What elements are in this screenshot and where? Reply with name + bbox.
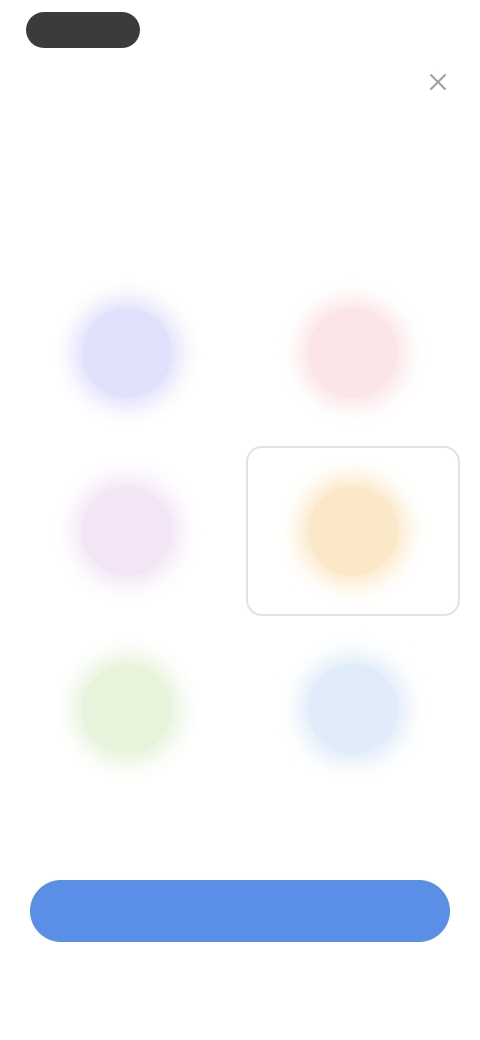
option-tile-1[interactable] <box>20 268 234 438</box>
option-circle <box>82 486 172 576</box>
option-circle <box>82 664 172 754</box>
option-circle <box>308 664 398 754</box>
option-tile-2[interactable] <box>246 268 460 438</box>
option-circle <box>308 308 398 398</box>
close-button[interactable] <box>416 62 460 106</box>
option-grid <box>20 268 460 794</box>
status-pill <box>26 12 140 48</box>
option-tile-4[interactable] <box>246 446 460 616</box>
option-tile-6[interactable] <box>246 624 460 794</box>
option-circle <box>308 486 398 576</box>
option-tile-5[interactable] <box>20 624 234 794</box>
continue-button[interactable] <box>30 880 450 942</box>
option-circle <box>82 308 172 398</box>
option-tile-3[interactable] <box>20 446 234 616</box>
close-icon <box>429 73 447 96</box>
